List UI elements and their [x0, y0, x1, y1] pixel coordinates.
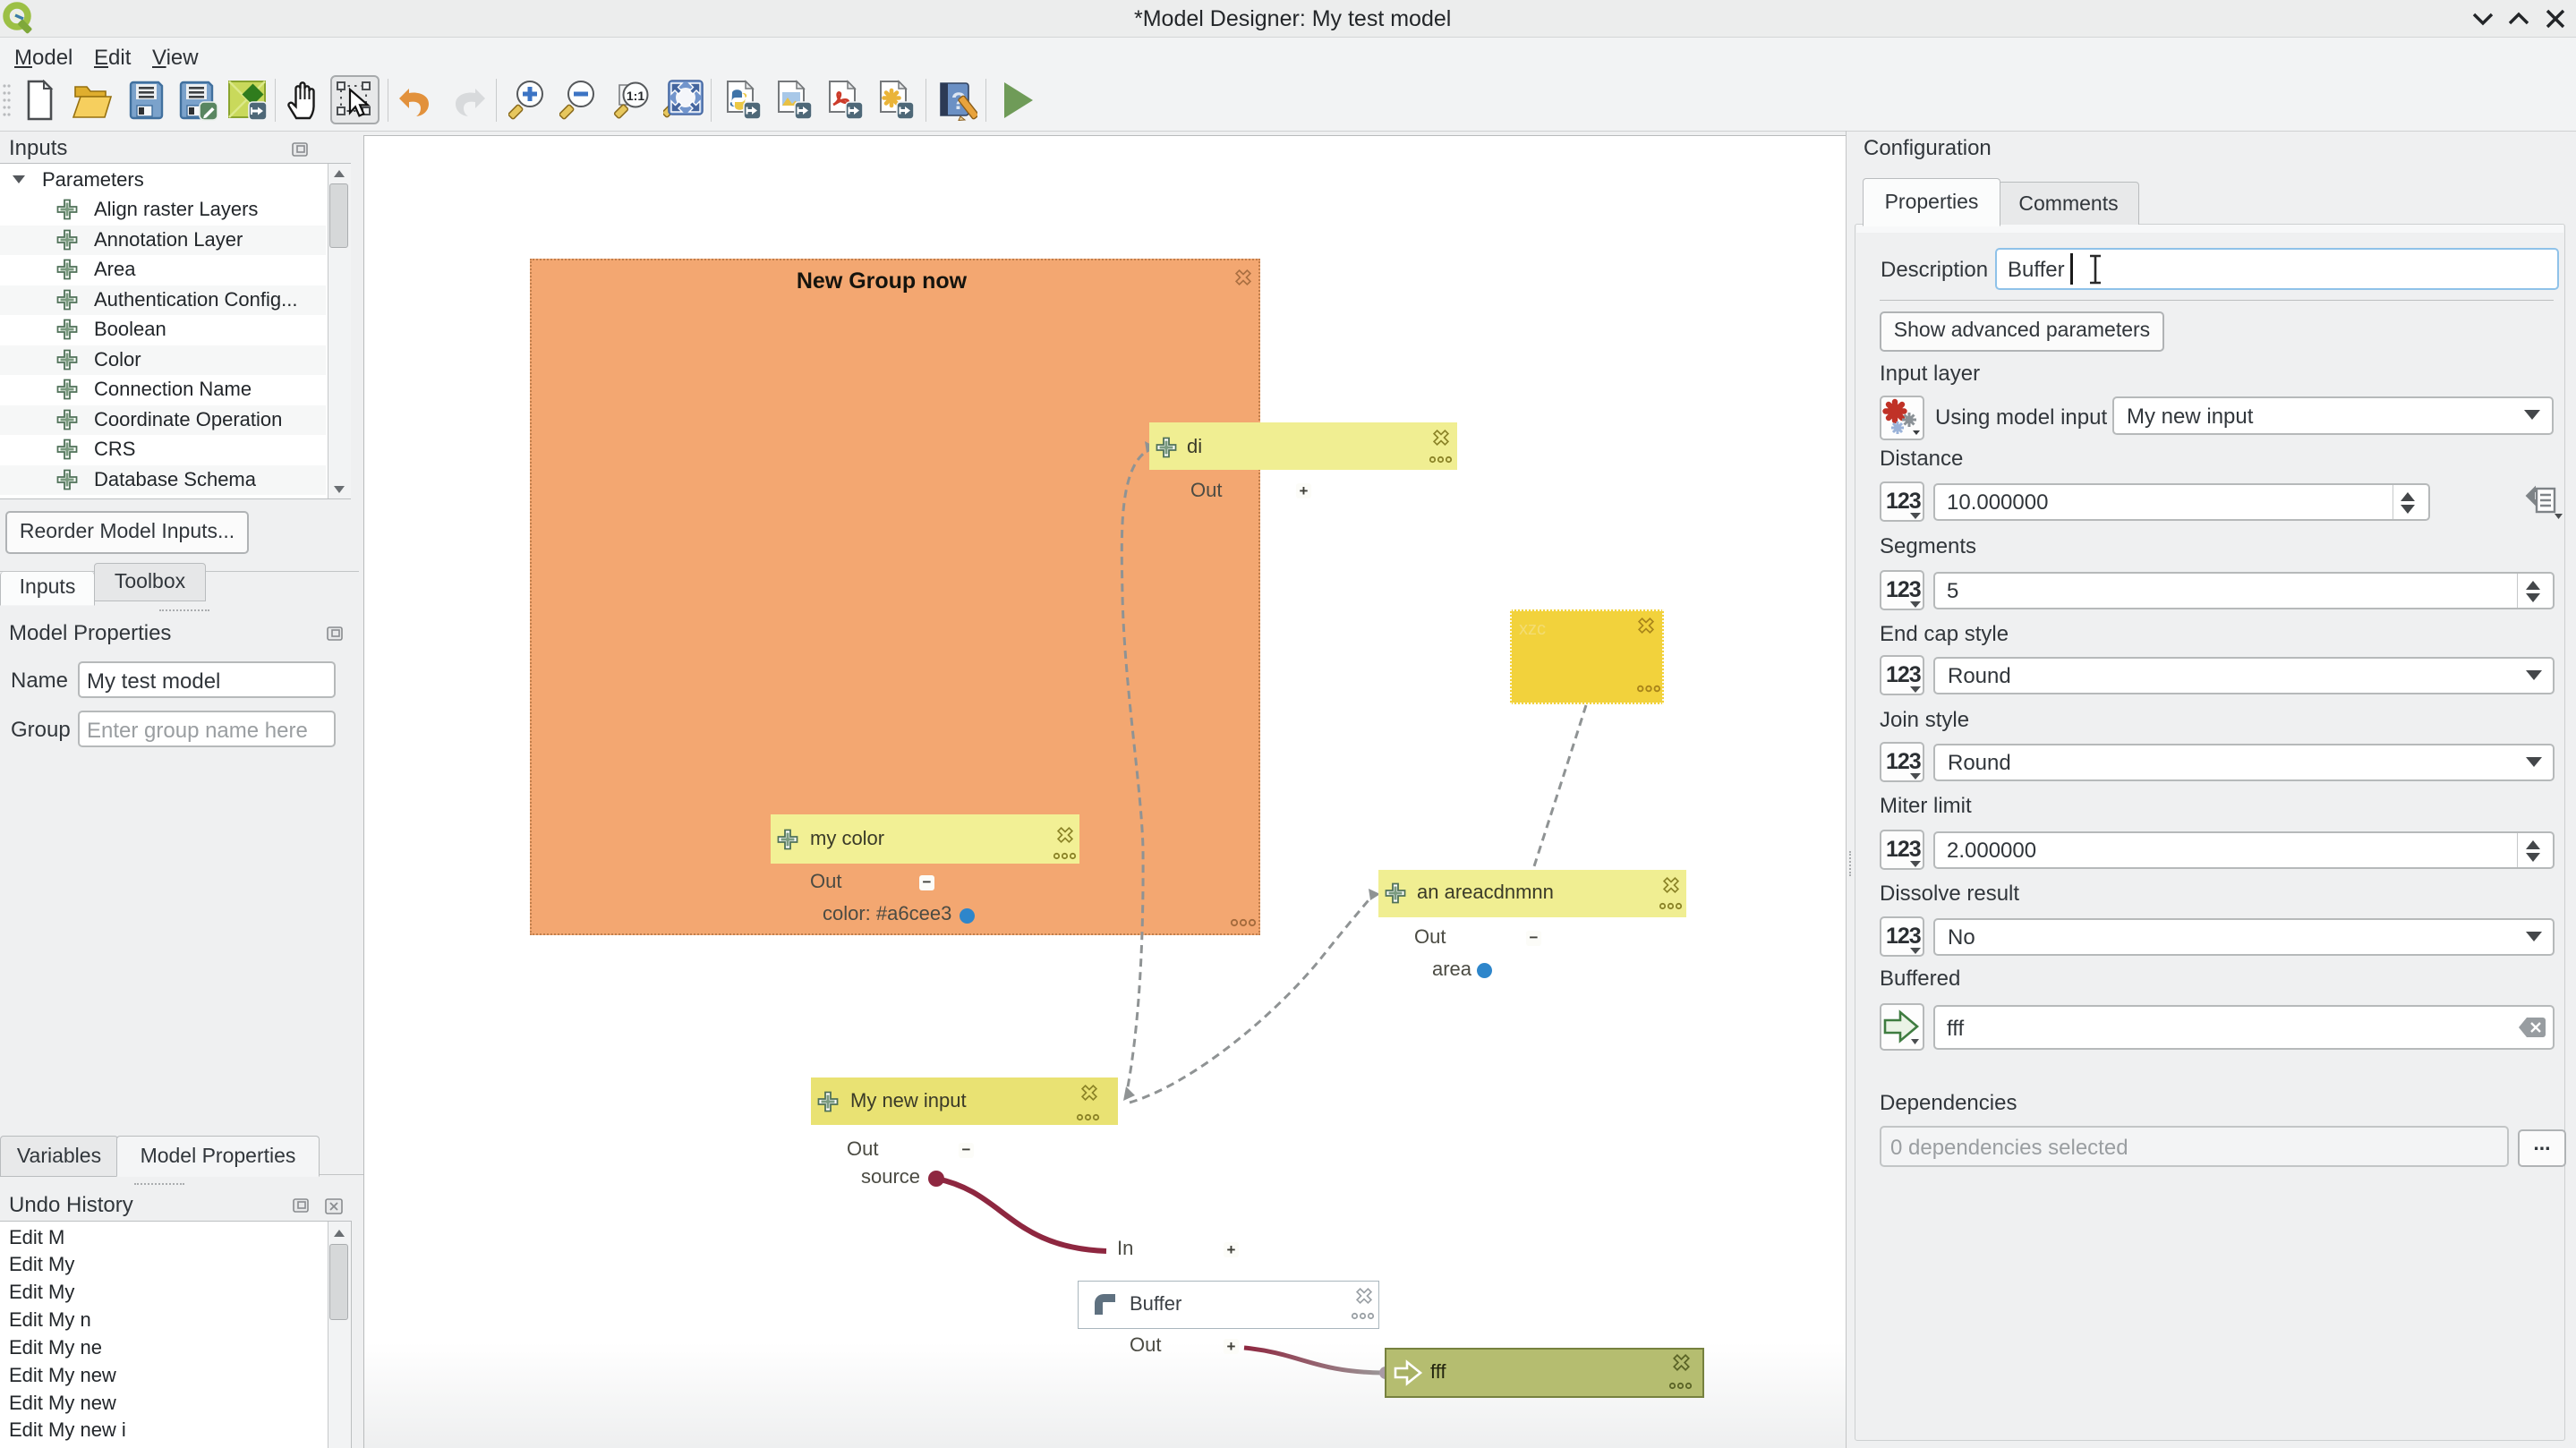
svg-text:1:1: 1:1 [627, 89, 644, 103]
